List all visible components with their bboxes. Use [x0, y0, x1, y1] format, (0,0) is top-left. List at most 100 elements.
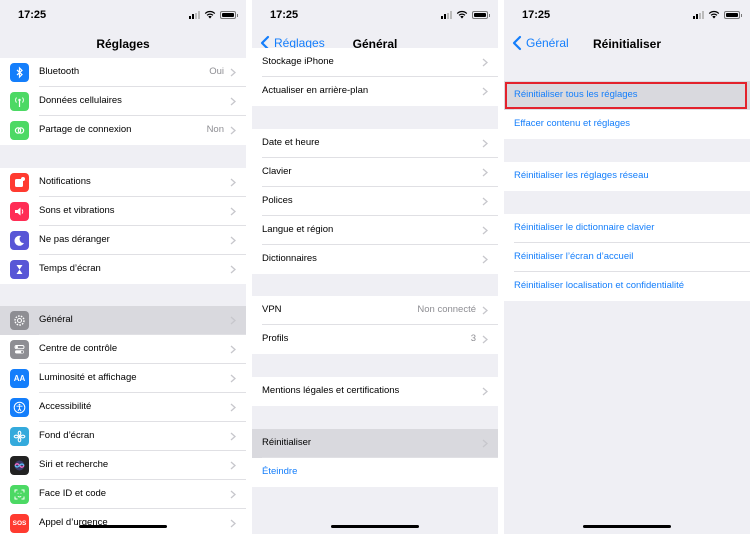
- row-eteindre[interactable]: Éteindre: [252, 458, 498, 487]
- chevron-right-icon: [230, 126, 236, 135]
- row-label: Éteindre: [262, 466, 298, 477]
- chevron-right-icon: [482, 255, 488, 264]
- settings-panel: 17:25 Réglages Bluetooth Oui Données cellu…: [0, 0, 246, 534]
- row-langue-et-region[interactable]: Langue et région: [252, 216, 498, 245]
- chevron-right-icon: [230, 207, 236, 216]
- text-size-icon-text: AA: [13, 374, 26, 383]
- row-effacer-contenu-et-reglages[interactable]: Effacer contenu et réglages: [504, 110, 750, 139]
- row-label: Dictionnaires: [262, 253, 317, 264]
- row-label: Partage de connexion: [39, 124, 132, 135]
- row-label: Notifications: [39, 176, 91, 187]
- row-reinitialiser[interactable]: Réinitialiser: [252, 429, 498, 458]
- notifications-icon: [10, 173, 29, 192]
- row-label: Sons et vibrations: [39, 205, 115, 216]
- row-appel-d-urgence[interactable]: SOS Appel d’urgence: [0, 509, 246, 534]
- home-indicator[interactable]: [331, 525, 419, 528]
- row-profils[interactable]: Profils 3: [252, 325, 498, 354]
- settings-group: Général Centre de contrôle AA Luminosité et…: [0, 306, 246, 534]
- row-reinitialiser-le-dictionnaire-clavier[interactable]: Réinitialiser le dictionnaire clavier: [504, 214, 750, 243]
- row-label: Mentions légales et certifications: [262, 385, 400, 396]
- row-fond-d-ecran[interactable]: Fond d’écran: [0, 422, 246, 451]
- row-label: Luminosité et affichage: [39, 372, 137, 383]
- flower-icon: [10, 427, 29, 446]
- battery-icon: [220, 10, 238, 19]
- chevron-right-icon: [230, 178, 236, 187]
- status-time: 17:25: [270, 9, 299, 21]
- row-value: Non connecté: [417, 304, 476, 315]
- settings-group: Mentions légales et certifications: [252, 377, 498, 406]
- row-date-et-heure[interactable]: Date et heure: [252, 129, 498, 158]
- wifi-icon: [204, 10, 216, 19]
- row-label: VPN: [262, 304, 282, 315]
- row-label: Profils: [262, 333, 289, 344]
- siri-icon: [10, 456, 29, 475]
- row-mentions-legales-et-certifications[interactable]: Mentions légales et certifications: [252, 377, 498, 406]
- accessibility-icon: [10, 398, 29, 417]
- row-label: Date et heure: [262, 137, 320, 148]
- row-label: Réinitialiser l’écran d’accueil: [514, 251, 634, 262]
- row-label: Bluetooth: [39, 66, 80, 77]
- row-siri-et-recherche[interactable]: Siri et recherche: [0, 451, 246, 480]
- chevron-right-icon: [230, 432, 236, 441]
- row-label: Accessibilité: [39, 401, 92, 412]
- nav-bar: Réglages: [0, 30, 246, 58]
- row-label: Polices: [262, 195, 293, 206]
- text-size-icon: AA: [10, 369, 29, 388]
- row-notifications[interactable]: Notifications: [0, 168, 246, 197]
- row-polices[interactable]: Polices: [252, 187, 498, 216]
- row-ne-pas-deranger[interactable]: Ne pas déranger: [0, 226, 246, 255]
- row-stockage-iphone[interactable]: Stockage iPhone: [252, 48, 498, 77]
- row-actualiser-en-arriere-plan[interactable]: Actualiser en arrière-plan: [252, 77, 498, 106]
- row-centre-de-controle[interactable]: Centre de contrôle: [0, 335, 246, 364]
- nav-bar: Général Réinitialiser: [504, 30, 750, 58]
- chevron-right-icon: [482, 58, 488, 67]
- row-luminosite-et-affichage[interactable]: AA Luminosité et affichage: [0, 364, 246, 393]
- row-label: Données cellulaires: [39, 95, 122, 106]
- row-reinitialiser-l-ecran-d-accueil[interactable]: Réinitialiser l’écran d’accueil: [504, 243, 750, 272]
- row-bluetooth[interactable]: Bluetooth Oui: [0, 58, 246, 87]
- home-indicator[interactable]: [583, 525, 671, 528]
- battery-icon: [472, 10, 490, 19]
- settings-group: Stockage iPhone Actualiser en arrière-pla…: [252, 48, 498, 106]
- row-label: Stockage iPhone: [262, 56, 334, 67]
- row-label: Ne pas déranger: [39, 234, 110, 245]
- settings-group: Réinitialiser Éteindre: [252, 429, 498, 487]
- chevron-right-icon: [482, 335, 488, 344]
- chevron-right-icon: [230, 97, 236, 106]
- chevron-right-icon: [482, 439, 488, 448]
- row-value: Non: [206, 124, 224, 135]
- general-panel: 17:25 Réglages Général Stockage iPhone Ac…: [252, 0, 498, 534]
- home-indicator[interactable]: [79, 525, 167, 528]
- row-reinitialiser-localisation-et-confidentialite[interactable]: Réinitialiser localisation et confidenti…: [504, 272, 750, 301]
- row-vpn[interactable]: VPN Non connecté: [252, 296, 498, 325]
- row-face-id-et-code[interactable]: Face ID et code: [0, 480, 246, 509]
- row-dictionnaires[interactable]: Dictionnaires: [252, 245, 498, 274]
- row-donnees-cellulaires[interactable]: Données cellulaires: [0, 87, 246, 116]
- row-clavier[interactable]: Clavier: [252, 158, 498, 187]
- row-label: Effacer contenu et réglages: [514, 118, 631, 129]
- chevron-right-icon: [482, 139, 488, 148]
- cellular-signal-icon: [693, 10, 704, 19]
- status-bar: 17:25: [252, 0, 498, 30]
- row-sons-et-vibrations[interactable]: Sons et vibrations: [0, 197, 246, 226]
- toggles-icon: [10, 340, 29, 359]
- page-title: Réglages: [96, 37, 150, 51]
- bluetooth-icon: [10, 63, 29, 82]
- row-label: Général: [39, 314, 73, 325]
- link-icon: [10, 121, 29, 140]
- row-reinitialiser-les-reglages-reseau[interactable]: Réinitialiser les réglages réseau: [504, 162, 750, 191]
- highlight-box: [505, 82, 747, 109]
- settings-group: Bluetooth Oui Données cellulaires Partage d…: [0, 58, 246, 145]
- settings-group: VPN Non connecté Profils 3: [252, 296, 498, 354]
- status-time: 17:25: [522, 9, 551, 21]
- face-id-icon: [10, 485, 29, 504]
- row-general[interactable]: Général: [0, 306, 246, 335]
- row-accessibilite[interactable]: Accessibilité: [0, 393, 246, 422]
- wifi-icon: [708, 10, 720, 19]
- row-temps-d-ecran[interactable]: Temps d’écran: [0, 255, 246, 284]
- row-label: Actualiser en arrière-plan: [262, 85, 369, 96]
- row-label: Réinitialiser le dictionnaire clavier: [514, 222, 655, 233]
- row-partage-de-connexion[interactable]: Partage de connexion Non: [0, 116, 246, 145]
- chevron-right-icon: [482, 87, 488, 96]
- chevron-right-icon: [482, 387, 488, 396]
